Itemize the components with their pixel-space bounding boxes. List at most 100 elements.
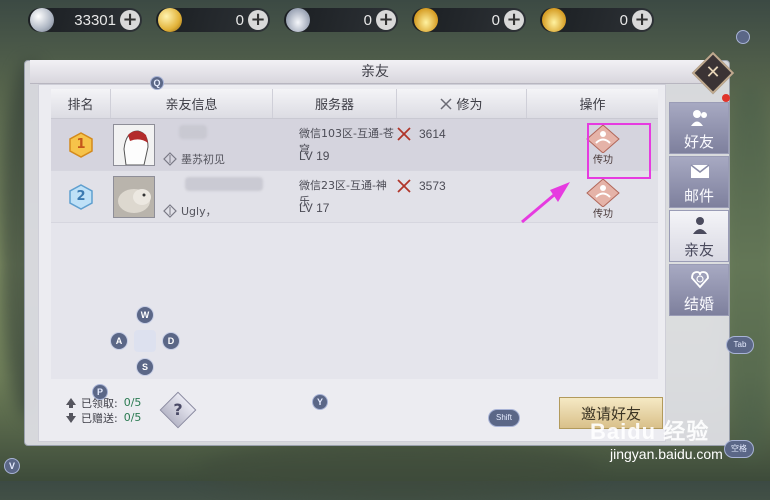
friend-title: 墨苏初见 xyxy=(163,151,225,167)
avatar[interactable] xyxy=(113,123,155,166)
key-w: W xyxy=(136,306,154,324)
hotkey-top-right xyxy=(736,30,750,44)
gold-ingot-icon xyxy=(542,8,566,32)
currency-bar: 33301 + 0 + 0 + 0 + 0 + xyxy=(28,8,654,32)
tab-label: 好友 xyxy=(683,133,714,151)
power-value-group: 3614 xyxy=(397,127,446,141)
add-currency-button[interactable]: + xyxy=(120,10,140,30)
player-level: LV 17 xyxy=(299,201,330,215)
hotkey-tab: Tab xyxy=(726,336,754,354)
avatar[interactable] xyxy=(113,175,155,218)
name-redacted xyxy=(185,177,263,191)
hotkey-shift: Shift xyxy=(488,409,520,427)
hotkey-space: 空格 xyxy=(724,440,754,458)
hotkey-p: P xyxy=(92,384,108,400)
movement-dpad[interactable]: W A D S xyxy=(108,306,182,376)
help-icon: ? xyxy=(173,400,183,419)
rank-gold-badge: 1 xyxy=(69,131,93,158)
title-emblem-icon xyxy=(163,204,177,218)
marriage-icon xyxy=(691,271,709,289)
sent-value: 0/5 xyxy=(123,411,142,424)
currency-gold-ingot: 0 + xyxy=(412,8,526,32)
close-friends-panel: 排名 亲友信息 服务器 修为 操作 1 墨苏初见 微信103区-互通-苍穹 LV… xyxy=(38,84,666,442)
friend-title: Ugly， xyxy=(163,203,217,219)
add-currency-button[interactable]: + xyxy=(376,10,396,30)
crossed-swords-icon xyxy=(397,127,411,141)
silver-ingot-icon xyxy=(286,8,310,32)
player-level: LV 19 xyxy=(299,149,330,163)
crossed-swords-icon xyxy=(440,97,453,110)
window-title: 亲友 xyxy=(30,60,720,84)
power-cell: 3614 xyxy=(397,119,527,170)
power-value: 3573 xyxy=(419,179,446,193)
tab-mail[interactable]: 邮件 xyxy=(669,156,729,208)
transfer-skill-button[interactable]: 传功 xyxy=(583,177,623,220)
title-text: Ugly， xyxy=(181,205,217,218)
help-button[interactable]: ? xyxy=(159,391,197,429)
currency-silver: 33301 + xyxy=(28,8,142,32)
table-row[interactable]: 1 墨苏初见 微信103区-互通-苍穹 LV 19 3614 传功 xyxy=(51,119,658,171)
baidu-watermark-url: jingyan.baidu.com xyxy=(610,446,723,462)
rank-number: 2 xyxy=(76,188,86,204)
key-a: A xyxy=(110,332,128,350)
add-currency-button[interactable]: + xyxy=(632,10,652,30)
mail-icon xyxy=(690,164,710,178)
title-text: 墨苏初见 xyxy=(181,153,225,166)
table-header: 排名 亲友信息 服务器 修为 操作 xyxy=(51,89,658,119)
sent-label: 已赠送: xyxy=(81,411,118,425)
currency-value: 0 xyxy=(363,11,372,29)
name-redacted xyxy=(179,125,207,139)
title-emblem-icon xyxy=(163,152,177,166)
add-currency-button[interactable]: + xyxy=(504,10,524,30)
add-currency-button[interactable]: + xyxy=(248,10,268,30)
currency-gold: 0 + xyxy=(156,8,270,32)
server-cell: 微信103区-互通-苍穹 LV 19 xyxy=(273,119,397,170)
rank-number: 1 xyxy=(76,136,86,152)
currency-value: 33301 xyxy=(74,11,116,29)
header-server: 服务器 xyxy=(273,89,397,118)
rank-cell: 2 xyxy=(51,171,111,222)
close-icon: ✕ xyxy=(705,62,721,83)
receive-icon xyxy=(66,397,76,408)
friends-icon xyxy=(691,110,707,126)
server-cell: 微信23区-互通-神乐 LV 17 xyxy=(273,171,397,222)
silver-coin-icon xyxy=(30,8,54,32)
power-cell: 3573 xyxy=(397,171,527,222)
received-value: 0/5 xyxy=(123,396,142,409)
currency-silver-ingot: 0 + xyxy=(284,8,398,32)
tab-label: 结婚 xyxy=(683,295,714,313)
info-cell: 墨苏初见 xyxy=(111,119,273,170)
meditate-icon xyxy=(586,178,620,208)
close-friend-icon xyxy=(693,217,707,234)
tab-label: 邮件 xyxy=(683,187,714,205)
header-op: 操作 xyxy=(579,98,606,113)
tab-friends[interactable]: 好友 xyxy=(669,102,729,154)
header-power-label: 修为 xyxy=(456,98,483,113)
currency-value: 0 xyxy=(235,11,244,29)
send-icon xyxy=(66,412,76,423)
transfer-skill-label: 传功 xyxy=(593,209,613,220)
hotkey-v: V xyxy=(4,458,20,474)
hotkey-q: Q xyxy=(150,76,164,90)
rank-cell: 1 xyxy=(51,119,111,170)
currency-value: 0 xyxy=(619,11,628,29)
tab-close-friends[interactable]: 亲友 xyxy=(669,210,729,262)
key-s: S xyxy=(136,358,154,376)
header-power: 修为 xyxy=(397,89,527,118)
key-d: D xyxy=(162,332,180,350)
header-rank: 排名 xyxy=(51,89,111,118)
baidu-watermark: Baidu 经验 xyxy=(590,419,710,444)
power-value-group: 3573 xyxy=(397,179,446,193)
dpad-center-icon xyxy=(134,330,156,352)
rank-blue-badge: 2 xyxy=(69,183,93,210)
tab-marriage[interactable]: 结婚 xyxy=(669,264,729,316)
sent-stat: 已赠送: 0/5 xyxy=(65,410,141,425)
gold-coin-icon xyxy=(158,8,182,32)
side-tabs: 好友 邮件 亲友 结婚 xyxy=(669,102,729,318)
info-cell: Ugly， xyxy=(111,171,273,222)
currency-gold-ingot-2: 0 + xyxy=(540,8,654,32)
currency-value: 0 xyxy=(491,11,500,29)
crossed-swords-icon xyxy=(397,179,411,193)
tab-label: 亲友 xyxy=(683,241,714,259)
annotation-arrow-icon xyxy=(521,182,570,224)
